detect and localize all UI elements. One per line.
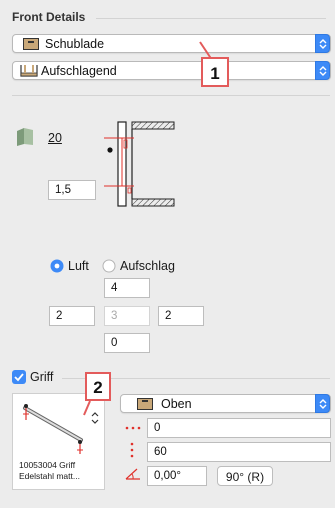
radio-luft-label: Luft	[68, 259, 89, 273]
handle-position-label: Oben	[161, 397, 192, 411]
rotate-90-button[interactable]: 90° (R)	[217, 466, 273, 486]
gap-center-field: 3	[104, 306, 150, 326]
vertical-offset-icon	[129, 441, 135, 462]
popup-chevrons-icon	[315, 394, 330, 413]
callout-pointer-2	[83, 400, 91, 416]
gap-right-field[interactable]: 2	[158, 306, 204, 326]
gap-top-field[interactable]: 4	[104, 278, 150, 298]
divider	[12, 95, 330, 96]
gap-left-field[interactable]: 2	[49, 306, 95, 326]
gap-bottom-field[interactable]: 0	[104, 333, 150, 353]
radio-aufschlag-label: Aufschlag	[120, 259, 175, 273]
overlay-mount-icon	[19, 64, 39, 81]
thickness-field[interactable]: 1,5	[48, 180, 96, 200]
mount-type-label: Aufschlagend	[41, 64, 117, 78]
callout-2: 2	[85, 372, 111, 401]
popup-chevrons-icon	[315, 34, 330, 53]
angle-field[interactable]: 0,00°	[147, 466, 207, 486]
front-section-diagram	[104, 121, 175, 207]
horizontal-offset-icon	[124, 422, 142, 436]
checkbox-checked-icon	[12, 370, 26, 384]
griff-label: Griff	[30, 370, 54, 384]
front-type-label: Schublade	[45, 37, 105, 51]
material-link[interactable]: 20	[48, 131, 62, 145]
offset-field[interactable]: 0	[147, 418, 331, 438]
popup-chevrons-icon	[315, 61, 330, 80]
handle-top-icon	[137, 398, 153, 413]
handle-article-number: 10053004 Griff	[19, 460, 76, 470]
front-type-popup[interactable]: Schublade	[12, 34, 331, 53]
handle-material-name: Edelstahl matt...	[19, 471, 80, 481]
mount-type-popup[interactable]: Aufschlagend	[12, 61, 331, 80]
radio-unselected-icon	[102, 259, 116, 273]
angle-icon	[124, 467, 142, 484]
handle-position-popup[interactable]: Oben	[120, 394, 331, 413]
height-field[interactable]: 60	[147, 442, 331, 462]
material-swatch-icon[interactable]	[16, 127, 34, 150]
section-divider	[96, 18, 326, 19]
front-details-title: Front Details	[12, 10, 86, 24]
radio-selected-icon	[50, 259, 64, 273]
callout-1: 1	[201, 57, 229, 87]
drawer-icon	[23, 38, 39, 53]
